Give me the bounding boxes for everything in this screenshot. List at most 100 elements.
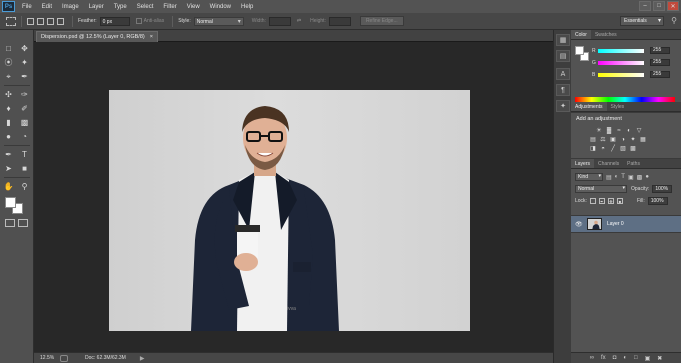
minimize-button[interactable]: – xyxy=(639,1,651,11)
rectangular-marquee-icon[interactable] xyxy=(6,16,16,26)
quick-mask-icon[interactable] xyxy=(4,219,15,227)
eyedropper-tool-icon[interactable]: ✒ xyxy=(17,70,32,83)
crop-tool-icon[interactable]: ⌖ xyxy=(1,70,16,83)
pixel-filter-icon[interactable]: ▤ xyxy=(606,174,612,181)
new-group-icon[interactable]: □ xyxy=(634,355,638,361)
adjustment-filter-icon[interactable]: ◐ xyxy=(615,174,619,180)
paragraph-panel-icon[interactable]: ¶ xyxy=(556,84,570,96)
eraser-tool-icon[interactable]: ▮ xyxy=(1,116,16,129)
shape-filter-icon[interactable]: ▣ xyxy=(628,174,634,181)
spot-healing-tool-icon[interactable]: ✣ xyxy=(1,88,16,101)
new-layer-icon[interactable]: ▣ xyxy=(645,355,651,362)
menu-filter[interactable]: Filter xyxy=(163,4,176,10)
invert-icon[interactable]: ◨ xyxy=(589,145,597,152)
rectangle-tool-icon[interactable]: ■ xyxy=(17,162,32,175)
blend-mode-select[interactable]: Normal xyxy=(575,185,627,193)
tab-layers[interactable]: Layers xyxy=(571,159,595,168)
dodge-tool-icon[interactable]: ◔ xyxy=(17,130,32,143)
close-tab-icon[interactable]: × xyxy=(150,34,153,40)
document-canvas[interactable]: ivva xyxy=(109,90,470,331)
pen-tool-icon[interactable]: ✒ xyxy=(1,148,16,161)
menu-select[interactable]: Select xyxy=(137,4,154,10)
layer-style-icon[interactable]: fx xyxy=(601,355,606,361)
history-panel-icon[interactable]: ▦ xyxy=(556,34,570,46)
menu-image[interactable]: Image xyxy=(62,4,79,10)
canvas-workspace[interactable]: ivva xyxy=(34,42,553,352)
photo-filter-icon[interactable]: ◑ xyxy=(619,136,627,143)
black-white-icon[interactable]: ▣ xyxy=(609,136,617,143)
delete-layer-icon[interactable]: ✖ xyxy=(657,355,662,362)
zoom-tool-icon[interactable]: ⚲ xyxy=(17,180,32,193)
lock-transparency-icon[interactable] xyxy=(589,198,596,204)
type-filter-icon[interactable]: T xyxy=(621,174,625,180)
foreground-color-swatch[interactable] xyxy=(5,197,16,208)
posterize-icon[interactable]: ◓ xyxy=(599,145,607,152)
status-menu-arrow[interactable]: ▶ xyxy=(140,355,145,362)
tab-paths[interactable]: Paths xyxy=(623,159,644,168)
new-selection-icon[interactable] xyxy=(27,17,34,25)
brush-tool-icon[interactable]: ✑ xyxy=(17,88,32,101)
intersect-selection-icon[interactable] xyxy=(57,17,64,25)
color-lookup-icon[interactable]: ▦ xyxy=(639,136,647,143)
width-input[interactable] xyxy=(268,16,291,26)
gradient-map-icon[interactable]: ▧ xyxy=(619,145,627,152)
move-tool-icon[interactable]: ✥ xyxy=(17,42,32,55)
tools-panel-icon[interactable]: ✦ xyxy=(556,100,570,112)
color-spectrum-bar[interactable] xyxy=(575,97,675,102)
selective-color-icon[interactable]: ▩ xyxy=(629,145,637,152)
red-value-input[interactable]: 255 xyxy=(650,47,670,54)
menu-layer[interactable]: Layer xyxy=(89,4,104,10)
hand-tool-icon[interactable]: ✋ xyxy=(1,180,16,193)
exposure-icon[interactable]: ◐ xyxy=(625,127,633,134)
red-slider[interactable] xyxy=(598,48,644,53)
character-panel-icon[interactable]: A xyxy=(556,68,570,80)
blur-tool-icon[interactable]: ● xyxy=(1,130,16,143)
tab-adjustments[interactable]: Adjustments xyxy=(571,102,607,111)
menu-file[interactable]: File xyxy=(22,4,32,10)
history-brush-tool-icon[interactable]: ✐ xyxy=(17,102,32,115)
channel-mixer-icon[interactable]: ✦ xyxy=(629,136,637,143)
menu-help[interactable]: Help xyxy=(241,4,253,10)
blue-slider[interactable] xyxy=(598,72,644,77)
link-layers-icon[interactable]: ∞ xyxy=(590,355,594,361)
tab-color[interactable]: Color xyxy=(571,30,591,39)
zoom-level[interactable]: 12.5% xyxy=(40,355,60,361)
layer-row[interactable]: 👁 Layer 0 xyxy=(571,215,681,233)
document-tab[interactable]: Dispersion.psd @ 12.5% (Layer 0, RGB/8) … xyxy=(36,31,158,42)
menu-edit[interactable]: Edit xyxy=(42,4,52,10)
blue-value-input[interactable]: 255 xyxy=(650,71,670,78)
color-balance-icon[interactable]: ⚖ xyxy=(599,136,607,143)
levels-icon[interactable]: ▓ xyxy=(605,127,613,134)
height-input[interactable] xyxy=(328,16,351,26)
hue-saturation-icon[interactable]: ▤ xyxy=(589,136,597,143)
tab-styles[interactable]: Styles xyxy=(607,102,629,111)
tab-channels[interactable]: Channels xyxy=(594,159,623,168)
workspace-select[interactable]: Essentials xyxy=(620,16,664,26)
layer-filter-select[interactable]: Kind xyxy=(575,173,603,181)
add-selection-icon[interactable] xyxy=(37,17,44,25)
smart-object-filter-icon[interactable]: ▩ xyxy=(637,174,643,181)
add-mask-icon[interactable]: ◘ xyxy=(613,355,617,361)
opacity-input[interactable]: 100% xyxy=(652,185,673,193)
document-info-icon[interactable] xyxy=(60,354,68,362)
menu-type[interactable]: Type xyxy=(114,4,127,10)
close-button[interactable]: ✕ xyxy=(667,1,679,11)
panel-foreground-swatch[interactable] xyxy=(575,46,584,55)
lock-all-icon[interactable]: ■ xyxy=(616,198,623,204)
new-adjustment-layer-icon[interactable]: ◐ xyxy=(623,355,627,361)
visibility-eye-icon[interactable]: 👁 xyxy=(575,221,585,228)
fill-input[interactable]: 100% xyxy=(647,197,668,205)
properties-panel-icon[interactable]: ▤ xyxy=(556,50,570,62)
lock-position-icon[interactable]: ✥ xyxy=(607,198,614,204)
menu-window[interactable]: Window xyxy=(210,4,231,10)
filter-toggle-icon[interactable]: ● xyxy=(645,174,649,180)
curves-icon[interactable]: ≈ xyxy=(615,127,623,134)
style-select[interactable]: Normal xyxy=(193,16,244,26)
screen-mode-icon[interactable] xyxy=(18,219,29,227)
green-value-input[interactable]: 255 xyxy=(650,59,670,66)
anti-alias-checkbox[interactable] xyxy=(135,18,142,24)
swap-icon[interactable]: ⇄ xyxy=(297,18,301,24)
tab-swatches[interactable]: Swatches xyxy=(591,30,621,39)
layer-name[interactable]: Layer 0 xyxy=(607,221,624,227)
color-swatches[interactable] xyxy=(0,195,33,217)
